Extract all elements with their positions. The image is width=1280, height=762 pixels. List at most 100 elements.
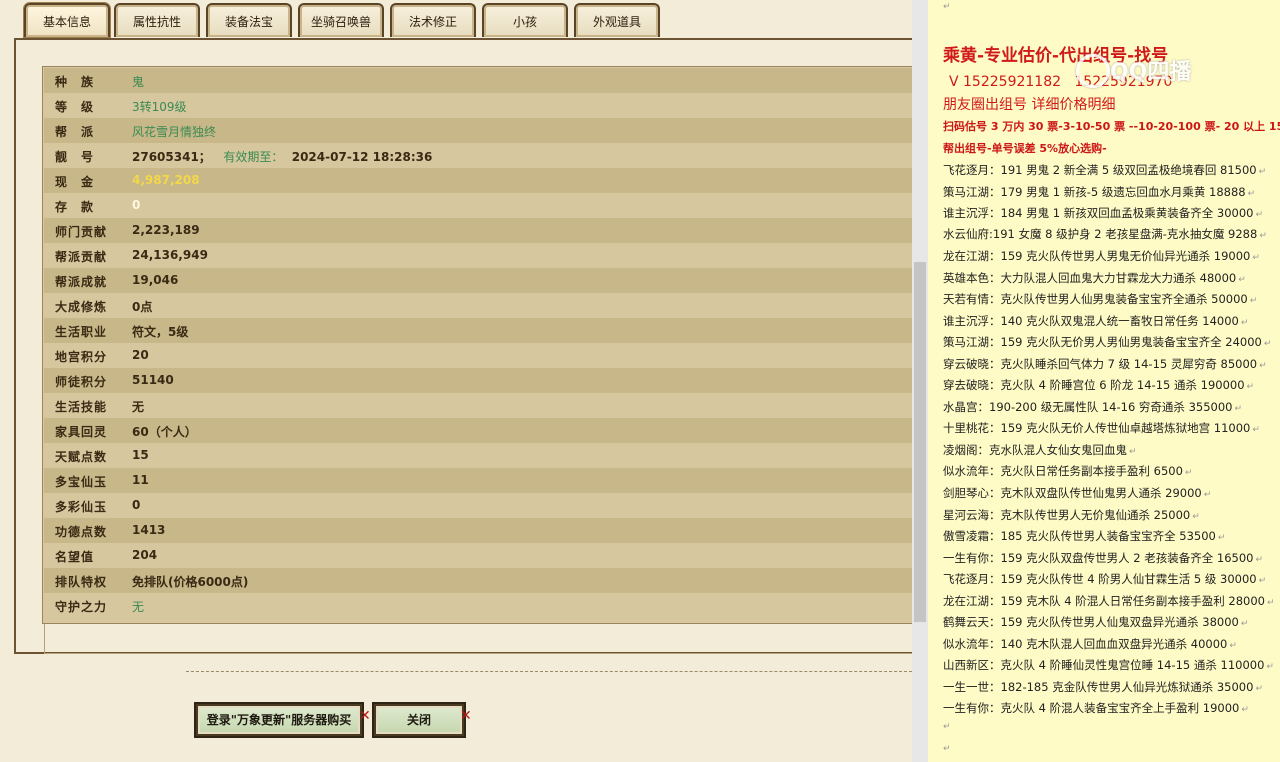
row-label-vanity-id: 靓号	[55, 150, 108, 164]
divider	[186, 671, 912, 672]
listing-text: 英雄本色：大力队混人回血鬼大力甘霖龙大力通杀 48000	[943, 271, 1237, 285]
listing-line: 傲雪凌霜：185 克火队传世男人装备宝宝齐全 53500 ↵	[943, 529, 1226, 543]
listing-line: 凌烟阁：克水队混人女仙女鬼回血鬼 ↵	[943, 443, 1137, 457]
tab-equipment[interactable]: 装备法宝	[206, 3, 292, 37]
tab-attributes[interactable]: 属性抗性	[114, 3, 200, 37]
row-label-level: 等级	[55, 100, 108, 114]
listing-line: 策马江湖：159 克火队无价男人男仙男鬼装备宝宝齐全 24000 ↵	[943, 335, 1272, 349]
listing-text: 水云仙府:191 女魔 8 级护身 2 老孩星盘满-克水抽女魔 9288	[943, 227, 1258, 241]
listing-text: 策马江湖：159 克火队无价男人男仙男鬼装备宝宝齐全 24000	[943, 335, 1262, 349]
paragraph-mark: ↵	[943, 744, 951, 754]
listing-text: 飞花逐月：159 克火队传世 4 阶男人仙甘霖生活 5 级 30000	[943, 572, 1257, 586]
scrollbar-thumb[interactable]	[914, 262, 926, 622]
scrollbar[interactable]	[912, 0, 928, 762]
listing-line: 谁主沉浮：184 男鬼 1 新孩双回血孟极乘黄装备齐全 30000 ↵	[943, 206, 1264, 220]
row-value-reputation: 204	[132, 548, 158, 562]
row-value-jade-colorful: 0	[132, 498, 141, 512]
row-label-race: 种族	[55, 75, 108, 89]
row-label-dungeon-points: 地宫积分	[55, 350, 108, 364]
listing-text: 一生有你：159 克火队双盘传世男人 2 老孩装备齐全 16500	[943, 551, 1254, 565]
listing-line: 英雄本色：大力队混人回血鬼大力甘霖龙大力通杀 48000 ↵	[943, 271, 1246, 285]
table-row: 多彩仙玉 0	[44, 493, 912, 518]
listing-text: 谁主沉浮：140 克火队双鬼混人统一畜牧日常任务 14000	[943, 314, 1239, 328]
listing-line: 穿云破晓：克火队睡杀回气体力 7 级 14-15 灵犀穷奇 85000 ↵	[943, 357, 1267, 371]
doc-promise-line: 帮出组号-单号误差 5%放心选购-	[943, 142, 1107, 155]
table-row: 守护之力 无	[44, 593, 912, 618]
tab-mounts-summons[interactable]: 坐骑召唤兽	[298, 3, 384, 37]
listing-text: 剑胆琴心：克木队双盘队传世仙鬼男人通杀 29000	[943, 486, 1202, 500]
row-label-mentor-points: 师徒积分	[55, 375, 108, 389]
listing-text: 天若有情：克火队传世男人仙男鬼装备宝宝齐全通杀 50000	[943, 292, 1248, 306]
row-label-sect-contribution: 师门贡献	[55, 225, 108, 239]
table-row: 种族 鬼	[44, 68, 912, 93]
close-button[interactable]: 关闭	[374, 704, 464, 736]
row-value-vanity-id: 27605341； 有效期至： 2024-07-12 18:28:36	[132, 148, 432, 165]
table-row: 家具回灵 60（个人）	[44, 418, 912, 443]
table-row: 地宫积分 20	[44, 343, 912, 368]
tab-children[interactable]: 小孩	[482, 3, 568, 37]
row-label-life-profession: 生活职业	[55, 325, 108, 339]
row-value-queue-privilege: 免排队(价格6000点)	[132, 575, 249, 589]
paragraph-mark: ↵	[943, 722, 951, 732]
table-row: 等级 3转109级	[44, 93, 912, 118]
row-value-cultivation: 0点	[132, 300, 153, 314]
row-value-deposit: 0	[132, 198, 141, 212]
tab-appearance-items[interactable]: 外观道具	[574, 3, 660, 37]
game-window: 基本信息 属性抗性 装备法宝 坐骑召唤兽 法术修正 小孩 外观道具 种族 鬼 等…	[0, 0, 912, 762]
listing-line: 龙在江湖：159 克火队传世男人男鬼无价仙异光通杀 19000 ↵	[943, 249, 1260, 263]
listing-line: 一生有你：159 克火队双盘传世男人 2 老孩装备齐全 16500 ↵	[943, 551, 1264, 565]
doc-price-line: 扫码估号 3 万内 30 票-3-10-50 票 --10-20-100 票- …	[943, 120, 1280, 133]
row-label-guild-contribution: 帮派贡献	[55, 250, 108, 264]
row-label-cash: 现金	[55, 175, 108, 189]
listing-line: 星河云海：克木队传世男人无价鬼仙通杀 25000 ↵	[943, 508, 1200, 522]
table-row: 存款 0	[44, 193, 912, 218]
table-row: 帮派成就 19,046	[44, 268, 912, 293]
listing-text: 龙在江湖：159 克火队传世男人男鬼无价仙异光通杀 19000	[943, 249, 1251, 263]
row-value-merit-points: 1413	[132, 523, 166, 537]
row-value-jade-multi: 11	[132, 473, 149, 487]
table-row: 大成修炼 0点	[44, 293, 912, 318]
listing-text: 星河云海：克木队传世男人无价鬼仙通杀 25000	[943, 508, 1191, 522]
doc-moments: 朋友圈出组号 详细价格明细	[943, 97, 1116, 113]
row-value-mentor-points: 51140	[132, 373, 174, 387]
login-server-purchase-button[interactable]: 登录"万象更新"服务器购买	[196, 704, 362, 736]
listing-text: 似水流年：140 克木队混人回血血双盘异光通杀 40000	[943, 637, 1228, 651]
info-table: 种族 鬼 等级 3转109级 帮派 风花雪月情独终 靓号 27605341； 有…	[42, 66, 912, 624]
tab-spell-correction[interactable]: 法术修正	[390, 3, 476, 37]
listing-text: 穿云破晓：克火队睡杀回气体力 7 级 14-15 灵犀穷奇 85000	[943, 357, 1258, 371]
listing-line: 谁主沉浮：140 克火队双鬼混人统一畜牧日常任务 14000 ↵	[943, 314, 1249, 328]
listing-line: 十里桃花：159 克火队无价人传世仙卓越塔炼狱地宫 11000 ↵	[943, 421, 1260, 435]
row-label-talent-points: 天赋点数	[55, 450, 108, 464]
row-value-guardian-power: 无	[132, 600, 145, 614]
listing-text: 似水流年：克火队日常任务副本接手盈利 6500	[943, 464, 1183, 478]
table-row: 排队特权 免排队(价格6000点)	[44, 568, 912, 593]
listing-line: 天若有情：克火队传世男人仙男鬼装备宝宝齐全通杀 50000 ↵	[943, 292, 1258, 306]
row-value-talent-points: 15	[132, 448, 149, 462]
row-value-furniture: 60（个人）	[132, 425, 197, 439]
row-label-reputation: 名望值	[55, 550, 95, 564]
listing-text: 凌烟阁：克水队混人女仙女鬼回血鬼	[943, 443, 1127, 457]
listing-text: 策马江湖：179 男鬼 1 新孩-5 级遗忘回血水月乘黄 18888	[943, 185, 1246, 199]
row-label-guild: 帮派	[55, 125, 108, 139]
close-icon: ✕	[359, 708, 371, 724]
row-value-sect-contribution: 2,223,189	[132, 223, 200, 237]
table-row: 生活职业 符文，5级	[44, 318, 912, 343]
listing-line: 飞花逐月：191 男鬼 2 新全满 5 级双回孟极绝境春回 81500 ↵	[943, 163, 1267, 177]
row-value-guild-achievement: 19,046	[132, 273, 179, 287]
row-value-guild-contribution: 24,136,949	[132, 248, 208, 262]
row-value-life-skill: 无	[132, 400, 145, 414]
listing-line: 飞花逐月：159 克火队传世 4 阶男人仙甘霖生活 5 级 30000 ↵	[943, 572, 1267, 586]
table-row: 生活技能 无	[44, 393, 912, 418]
paragraph-mark: ↵	[943, 2, 951, 12]
row-value-level: 3转109级	[132, 100, 187, 114]
listing-line: 水云仙府:191 女魔 8 级护身 2 老孩星盘满-克水抽女魔 9288 ↵	[943, 227, 1267, 241]
listing-text: 穿去破晓：克火队 4 阶睡宫位 6 阶龙 14-15 通杀 190000	[943, 378, 1245, 392]
listing-text: 水晶宫：190-200 级无属性队 14-16 穷奇通杀 355000	[943, 400, 1233, 414]
tab-basic-info[interactable]: 基本信息	[24, 3, 110, 37]
table-row: 帮派贡献 24,136,949	[44, 243, 912, 268]
listing-text: 鹤舞云天：159 克火队传世男人仙鬼双盘异光通杀 38000	[943, 615, 1239, 629]
table-row: 师门贡献 2,223,189	[44, 218, 912, 243]
listing-line: 一生一世：182-185 克金队传世男人仙异光炼狱通杀 35000 ↵	[943, 680, 1263, 694]
price-document: ↵ 乘黄-专业估价-代出组号-找号 V 15225921182 15225921…	[928, 0, 1280, 762]
vanity-id-number: 27605341；	[132, 150, 211, 164]
